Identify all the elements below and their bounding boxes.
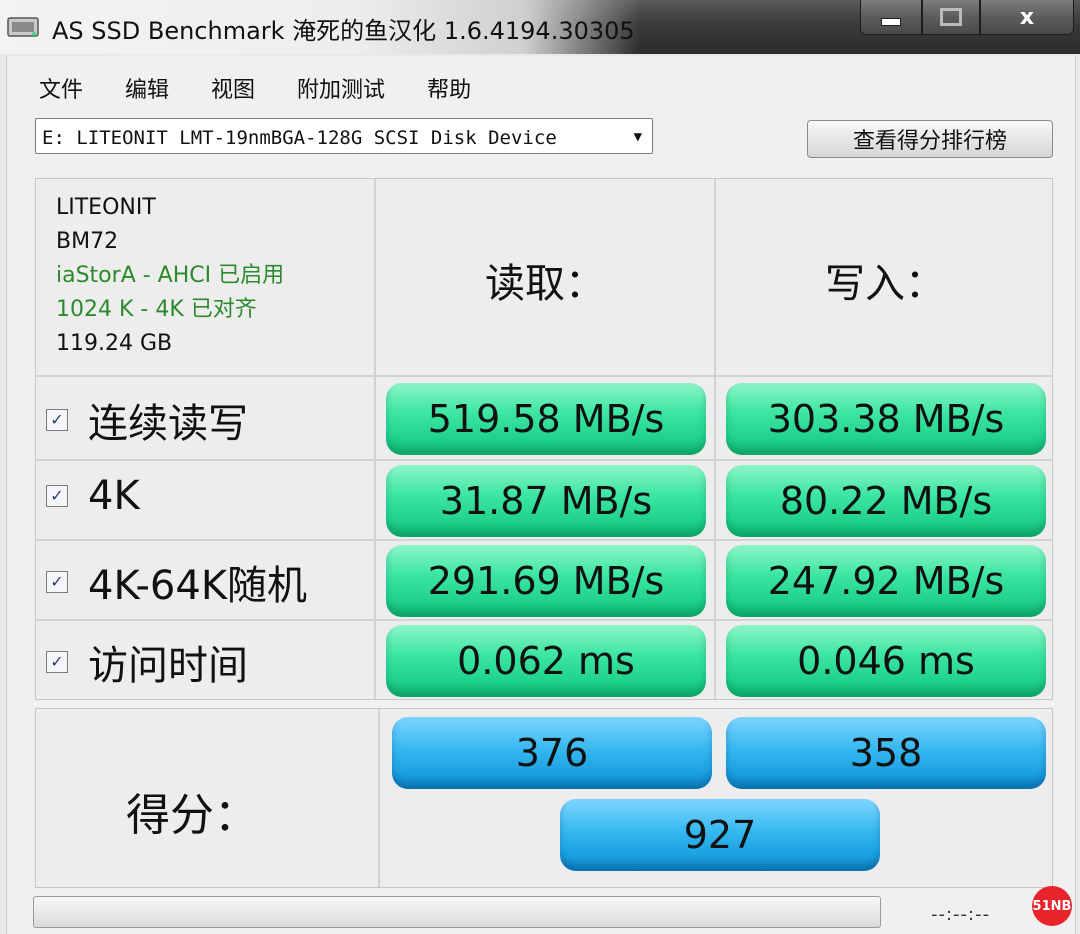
- checkbox-access[interactable]: ✓: [46, 651, 68, 673]
- minimize-icon: [881, 18, 901, 26]
- result-access-write: 0.046 ms: [726, 625, 1046, 697]
- watermark-logo: 51NB: [1032, 886, 1072, 926]
- test-row-seq: ✓ 连续读写: [46, 391, 248, 449]
- chevron-down-icon[interactable]: ▼: [634, 129, 642, 145]
- menu-file[interactable]: 文件: [39, 72, 83, 104]
- write-header: 写入：: [825, 261, 945, 307]
- results-grid: LITEONIT BM72 iaStorA - AHCI 已启用 1024 K …: [35, 178, 1053, 700]
- test-row-4k: ✓ 4K: [46, 473, 140, 519]
- checkbox-seq[interactable]: ✓: [46, 409, 68, 431]
- score-divider: [378, 709, 380, 887]
- result-4k-read: 31.87 MB/s: [386, 465, 706, 537]
- driver-status: iaStorA - AHCI 已启用: [56, 263, 285, 288]
- window-client-area: 文件 编辑 视图 附加测试 帮助 E: LITEONIT LMT-19nmBGA…: [6, 56, 1076, 934]
- grid-divider: [36, 459, 1052, 461]
- result-4k64-write: 247.92 MB/s: [726, 545, 1046, 617]
- checkbox-4k[interactable]: ✓: [46, 485, 68, 507]
- read-header: 读取：: [485, 261, 605, 307]
- drive-info: LITEONIT BM72 iaStorA - AHCI 已启用 1024 K …: [56, 191, 284, 361]
- progress-bar: [33, 896, 881, 928]
- menu-edit[interactable]: 编辑: [125, 72, 169, 104]
- drive-select-value: E: LITEONIT LMT-19nmBGA-128G SCSI Disk D…: [42, 127, 557, 149]
- result-access-read: 0.062 ms: [386, 625, 706, 697]
- close-button[interactable]: x: [980, 0, 1074, 35]
- result-4k64-read: 291.69 MB/s: [386, 545, 706, 617]
- maximize-icon: [940, 8, 962, 26]
- score-panel: 得分： 376 358 927: [35, 708, 1053, 888]
- maximize-button[interactable]: [922, 0, 980, 35]
- menu-view[interactable]: 视图: [211, 72, 255, 104]
- window-title: AS SSD Benchmark 淹死的鱼汉化 1.6.4194.30305: [52, 17, 635, 45]
- minimize-button[interactable]: [860, 0, 922, 35]
- elapsed-time: --:--:--: [931, 904, 991, 925]
- menu-bar: 文件 编辑 视图 附加测试 帮助: [39, 72, 513, 104]
- score-total: 927: [560, 799, 880, 871]
- test-label-access: 访问时间: [88, 643, 248, 689]
- test-row-4k64: ✓ 4K-64K随机: [46, 553, 307, 611]
- drive-select[interactable]: E: LITEONIT LMT-19nmBGA-128G SCSI Disk D…: [35, 118, 653, 154]
- app-icon: [6, 12, 42, 42]
- menu-extra-tests[interactable]: 附加测试: [297, 72, 385, 104]
- close-icon: x: [1019, 4, 1035, 30]
- checkbox-4k64[interactable]: ✓: [46, 571, 68, 593]
- drive-firmware: BM72: [56, 229, 119, 254]
- result-seq-read: 519.58 MB/s: [386, 383, 706, 455]
- test-label-seq: 连续读写: [88, 401, 248, 447]
- title-bar: AS SSD Benchmark 淹死的鱼汉化 1.6.4194.30305 x: [0, 0, 1080, 54]
- test-label-4k: 4K: [88, 473, 140, 519]
- drive-vendor: LITEONIT: [56, 195, 156, 220]
- result-4k-write: 80.22 MB/s: [726, 465, 1046, 537]
- grid-divider: [36, 619, 1052, 621]
- drive-capacity: 119.24 GB: [56, 331, 173, 356]
- grid-divider: [36, 375, 1052, 377]
- score-write: 358: [726, 717, 1046, 789]
- score-read: 376: [392, 717, 712, 789]
- window-controls: x: [860, 0, 1074, 35]
- menu-help[interactable]: 帮助: [427, 72, 471, 104]
- test-label-4k64: 4K-64K随机: [88, 563, 308, 609]
- alignment-status: 1024 K - 4K 已对齐: [56, 297, 257, 322]
- score-label: 得分：: [126, 790, 258, 841]
- view-ranking-button[interactable]: 查看得分排行榜: [807, 120, 1053, 158]
- result-seq-write: 303.38 MB/s: [726, 383, 1046, 455]
- grid-divider: [36, 539, 1052, 541]
- test-row-access: ✓ 访问时间: [46, 633, 248, 691]
